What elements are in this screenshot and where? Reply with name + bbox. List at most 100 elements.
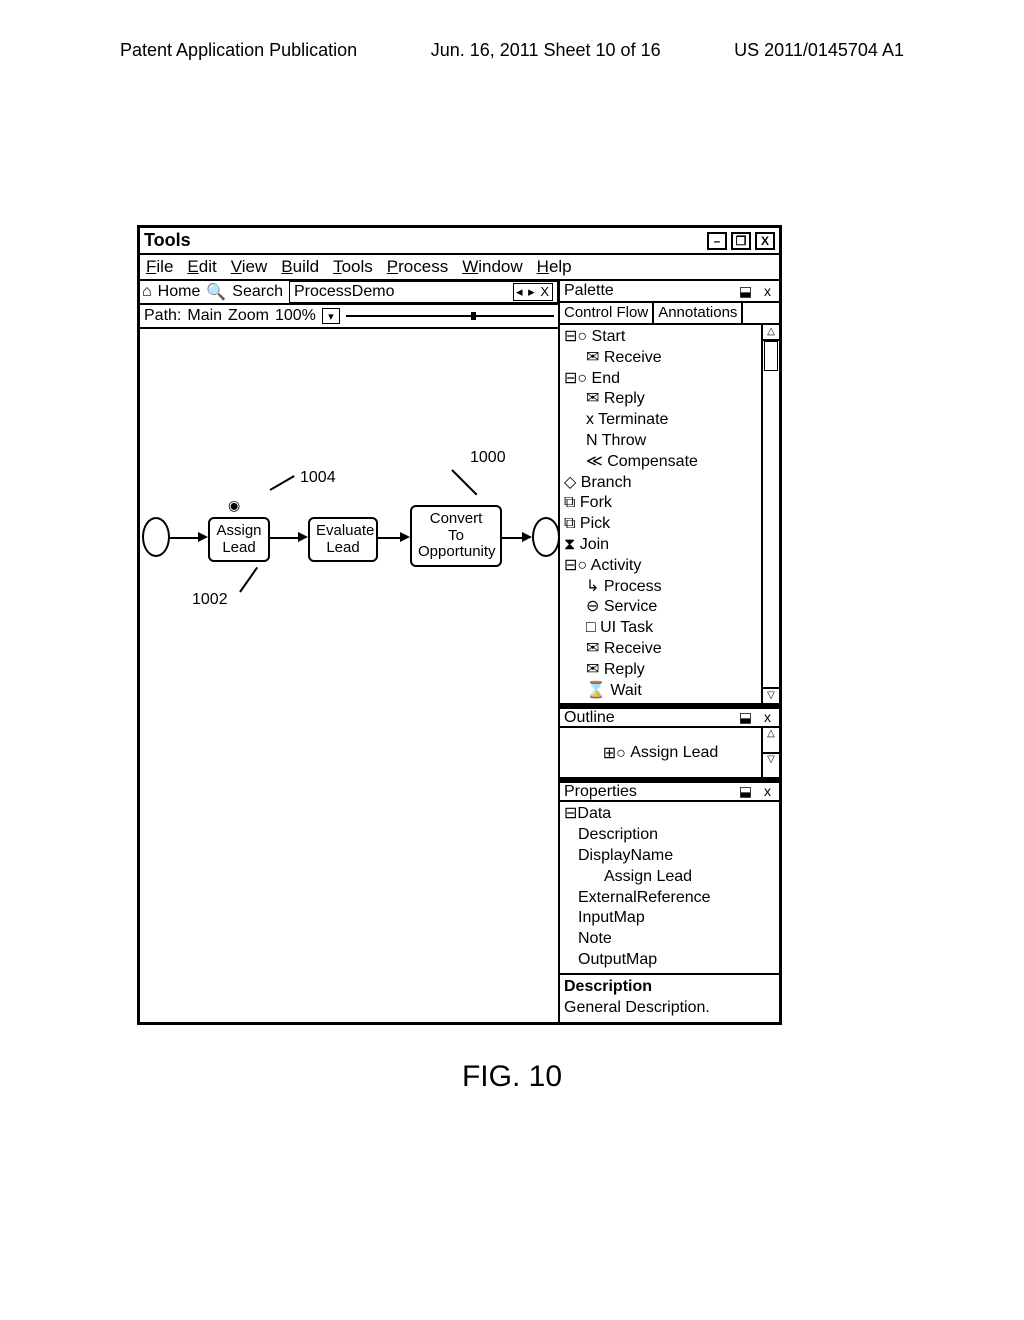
tab-document[interactable]: ProcessDemo ◂ ▸ X xyxy=(289,281,558,303)
prop-note[interactable]: Note xyxy=(564,929,775,950)
menu-help[interactable]: Help xyxy=(537,257,572,277)
menu-window[interactable]: Window xyxy=(462,257,522,277)
palette-body: ⊟○ Start✉ Receive⊟○ End✉ Replyx Terminat… xyxy=(560,325,779,706)
maximize-button[interactable]: ❐ xyxy=(731,232,751,250)
close-icon[interactable]: x xyxy=(764,783,775,799)
start-node[interactable] xyxy=(142,517,170,557)
pin-icon[interactable]: ⬓ xyxy=(739,709,756,725)
tab-search[interactable]: Search xyxy=(228,283,287,301)
arrow-icon xyxy=(400,532,410,542)
close-icon[interactable]: x xyxy=(764,283,775,299)
prop-displayname[interactable]: DisplayName xyxy=(564,846,775,867)
palette-item[interactable]: ✉ Reply xyxy=(564,660,757,681)
minimize-button[interactable]: – xyxy=(707,232,727,250)
callout-arrow xyxy=(270,475,295,491)
palette-scrollbar[interactable]: △ ▽ xyxy=(761,325,779,703)
node-convert-opportunity[interactable]: Convert To Opportunity xyxy=(410,505,502,567)
prop-inputmap[interactable]: InputMap xyxy=(564,908,775,929)
palette-item[interactable]: ⊖ Service xyxy=(564,597,757,618)
menu-process[interactable]: Process xyxy=(387,257,448,277)
pin-icon[interactable]: ⬓ xyxy=(739,283,756,299)
outline-scrollbar[interactable]: △ ▽ xyxy=(761,728,779,777)
app-window: Tools – ❐ X File Edit View Build Tools P… xyxy=(137,225,782,1025)
outline-header: Outline ⬓ x xyxy=(560,706,779,728)
end-node[interactable] xyxy=(532,517,560,557)
palette-item[interactable]: ↳ Process xyxy=(564,577,757,598)
palette-item[interactable]: □ UI Task xyxy=(564,618,757,639)
editor-column: ⌂ Home 🔍 Search ProcessDemo ◂ ▸ X Path: … xyxy=(140,281,560,1022)
palette-item[interactable]: ⧉ Pick xyxy=(564,514,757,535)
palette-item[interactable]: ⊟○ Start xyxy=(564,327,757,348)
scroll-up-icon[interactable]: △ xyxy=(763,325,779,341)
palette-item[interactable]: ⧗ Join xyxy=(564,535,757,556)
scroll-up-icon[interactable]: △ xyxy=(763,728,779,754)
close-icon[interactable]: x xyxy=(764,709,775,725)
tab-annotations[interactable]: Annotations xyxy=(654,303,743,323)
menu-build[interactable]: Build xyxy=(281,257,319,277)
palette-item[interactable]: ✉ Receive xyxy=(564,639,757,660)
props-group[interactable]: ⊟Data xyxy=(564,804,775,825)
palette-item-label: Fork xyxy=(580,494,612,511)
tab-home[interactable]: Home xyxy=(154,283,205,301)
zoom-slider-handle[interactable] xyxy=(471,312,476,320)
callout-1004: 1004 xyxy=(300,469,336,487)
flow-edge xyxy=(170,537,200,539)
palette-item[interactable]: ⊟○ Activity xyxy=(564,556,757,577)
palette-item-label: Terminate xyxy=(598,411,668,428)
palette-item[interactable]: ⌛ Wait xyxy=(564,681,757,702)
scroll-thumb[interactable] xyxy=(764,341,778,371)
palette-item[interactable]: ⊟○ End xyxy=(564,369,757,390)
palette-item-icon: ⊟○ xyxy=(564,328,587,345)
outline-item[interactable]: ⊞○ Assign Lead xyxy=(560,728,761,777)
pub-label: Patent Application Publication xyxy=(120,40,357,61)
outline-title: Outline xyxy=(564,709,615,727)
callout-1002: 1002 xyxy=(192,591,228,609)
palette-item[interactable]: ◇ Branch xyxy=(564,473,757,494)
node-evaluate-lead[interactable]: Evaluate Lead xyxy=(308,517,378,562)
palette-item[interactable]: x Terminate xyxy=(564,410,757,431)
menu-view[interactable]: View xyxy=(231,257,268,277)
titlebar: Tools – ❐ X xyxy=(140,228,779,255)
palette-item-icon: ⧉ xyxy=(564,494,575,511)
zoom-slider-button[interactable]: ▾ xyxy=(322,308,340,324)
flow-edge xyxy=(270,537,300,539)
palette-item-icon: ⌛ xyxy=(586,682,606,699)
flow-edge xyxy=(378,537,402,539)
palette-item-label: Process xyxy=(604,578,662,595)
pin-icon[interactable]: ⬓ xyxy=(739,783,756,799)
zoom-value: 100% xyxy=(275,307,316,325)
scroll-down-icon[interactable]: ▽ xyxy=(763,687,779,703)
palette-tabs: Control Flow Annotations xyxy=(560,303,779,325)
figure-caption: FIG. 10 xyxy=(0,1060,1024,1094)
palette-item[interactable]: ⧉ Fork xyxy=(564,493,757,514)
palette-item-label: Join xyxy=(580,536,609,553)
menu-file[interactable]: File xyxy=(146,257,173,277)
collapse-icon[interactable]: ⊟ xyxy=(564,805,577,822)
zoom-slider[interactable] xyxy=(346,315,554,317)
palette-item[interactable]: ✉ Reply xyxy=(564,389,757,410)
window-title: Tools xyxy=(144,230,191,251)
palette-item[interactable]: N Throw xyxy=(564,431,757,452)
arrow-icon xyxy=(522,532,532,542)
tab-nav-controls[interactable]: ◂ ▸ X xyxy=(513,283,553,301)
palette-item[interactable]: ≪ Compensate xyxy=(564,452,757,473)
pub-date-sheet: Jun. 16, 2011 Sheet 10 of 16 xyxy=(431,40,661,61)
tab-control-flow[interactable]: Control Flow xyxy=(560,303,654,323)
prop-description-text: General Description. xyxy=(564,998,775,1019)
palette-item[interactable]: ✉ Receive xyxy=(564,348,757,369)
process-canvas[interactable]: Assign Lead ◉ Evaluate Lead Convert To O… xyxy=(140,329,558,1022)
palette-item-label: Start xyxy=(592,328,626,345)
close-button[interactable]: X xyxy=(755,232,775,250)
palette-item-label: Compensate xyxy=(607,453,698,470)
tab-document-label: ProcessDemo xyxy=(294,283,394,301)
outline-item-label: Assign Lead xyxy=(630,744,718,762)
prop-description[interactable]: Description xyxy=(564,825,775,846)
node-assign-lead[interactable]: Assign Lead xyxy=(208,517,270,562)
node-label: Convert To Opportunity xyxy=(418,510,496,560)
menu-edit[interactable]: Edit xyxy=(187,257,216,277)
menu-tools[interactable]: Tools xyxy=(333,257,373,277)
zoom-label: Zoom xyxy=(228,307,269,325)
scroll-down-icon[interactable]: ▽ xyxy=(763,754,779,778)
prop-externalreference[interactable]: ExternalReference xyxy=(564,888,775,909)
prop-outputmap[interactable]: OutputMap xyxy=(564,950,775,971)
